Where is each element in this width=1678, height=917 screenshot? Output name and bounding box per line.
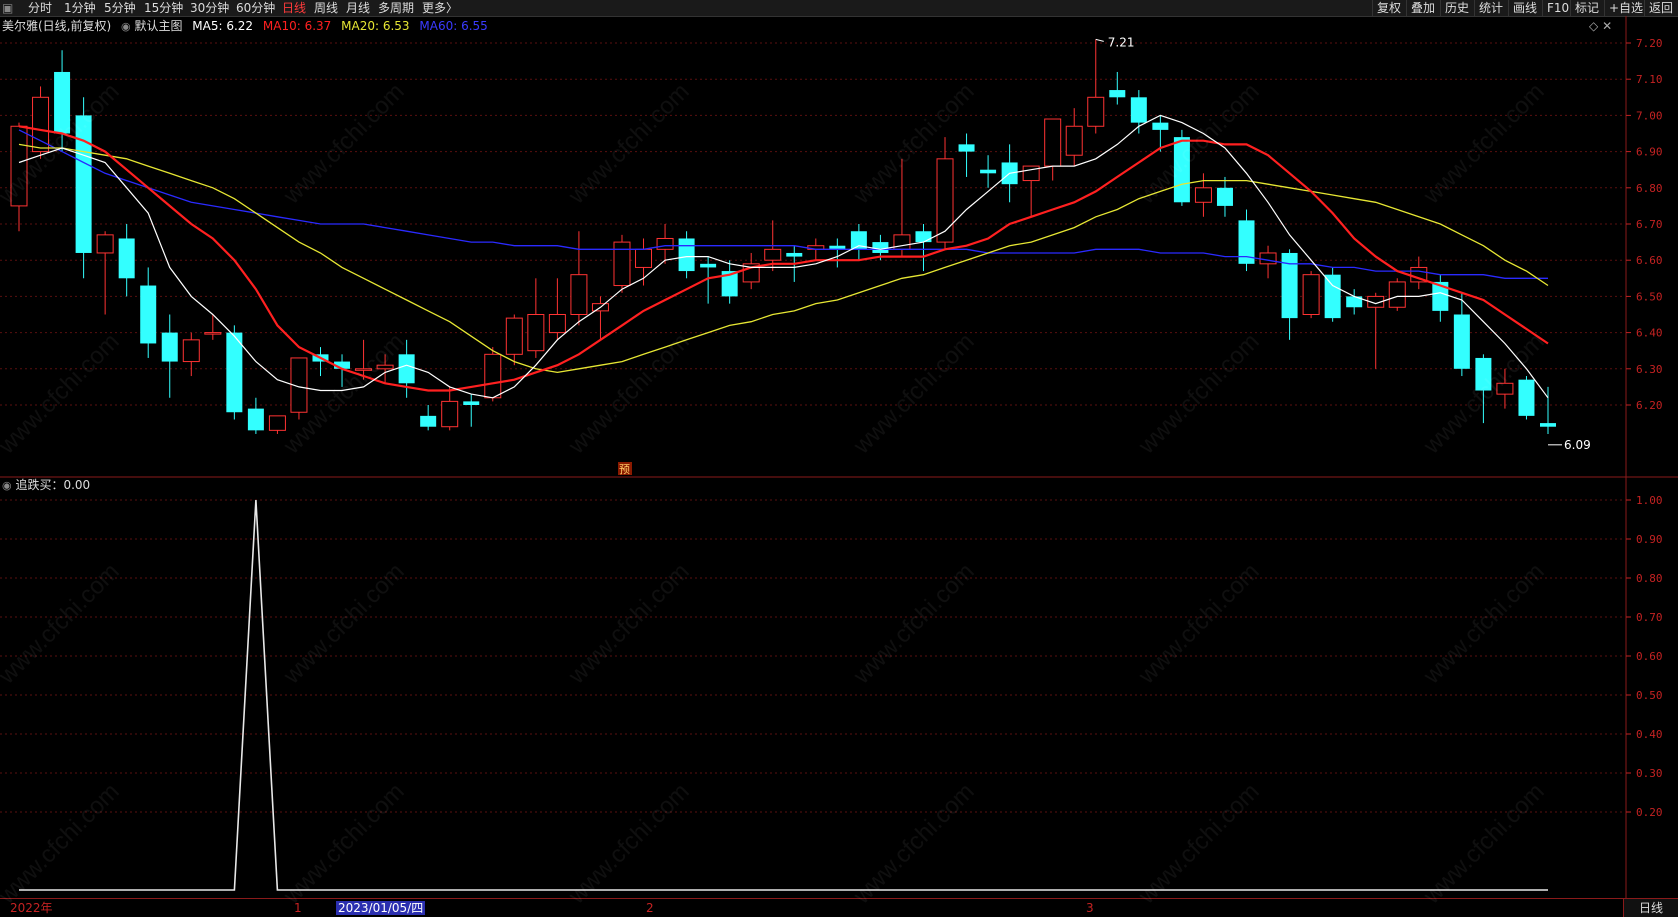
candle-body	[786, 252, 803, 257]
selected-date-label: 2023/01/05/四	[336, 901, 426, 915]
candle-body	[958, 144, 975, 152]
candle-body	[75, 115, 92, 253]
indicator-tick-label: 0.60	[1636, 650, 1663, 663]
axis-month-2: 2	[646, 901, 654, 915]
low-marker-label: 6.09	[1564, 438, 1591, 452]
candle-body	[484, 353, 502, 399]
candle-body	[1302, 274, 1320, 315]
indicator-tick-label: 0.30	[1636, 767, 1663, 780]
candle-body	[1324, 274, 1341, 319]
candle-body	[1044, 118, 1062, 167]
candle-body	[204, 332, 222, 335]
candle-body	[247, 408, 264, 431]
candle-body	[527, 314, 545, 352]
candle-body	[548, 314, 566, 334]
candle-body	[1259, 252, 1277, 265]
candle-body	[1216, 187, 1233, 206]
indicator-line	[19, 499, 1548, 891]
candle-body	[1194, 187, 1212, 203]
price-tick-label: 6.20	[1636, 399, 1663, 412]
price-tick-label: 6.90	[1636, 146, 1663, 159]
candle-body	[96, 234, 114, 254]
candle-body	[1152, 122, 1169, 130]
indicator-tick-label: 0.20	[1636, 806, 1663, 819]
price-tick-label: 7.00	[1636, 109, 1663, 122]
high-marker-label: 7.21	[1108, 35, 1135, 49]
price-tick-label: 7.10	[1636, 73, 1663, 86]
candle-body	[420, 415, 437, 427]
candle-body	[656, 237, 674, 250]
candle-body	[118, 238, 135, 279]
indicator-tick-label: 0.50	[1636, 689, 1663, 702]
indicator-tick-label: 0.90	[1636, 533, 1663, 546]
price-tick-label: 7.20	[1636, 37, 1663, 50]
indicator-tick-label: 1.00	[1636, 494, 1663, 507]
indicator-tick-label: 0.70	[1636, 611, 1663, 624]
candle-body	[161, 332, 178, 362]
candle-body	[140, 285, 157, 344]
candle-body	[441, 400, 459, 428]
axis-year-label: 2022年	[10, 901, 53, 915]
main-candlestick-chart[interactable]: 7.20 7.10 7.00 6.90 6.80 6.70 6.60 6.50 6.40 6.30…	[0, 0, 1678, 478]
date-axis: 2022年 1 2023/01/05/四 2 3 日线	[0, 898, 1678, 917]
candle-body	[980, 169, 997, 174]
candle-body	[1540, 423, 1556, 427]
candle-body	[1087, 96, 1105, 127]
candle-body	[355, 368, 373, 371]
candle-body	[10, 125, 28, 207]
candle-body	[700, 263, 717, 268]
candle-body	[398, 354, 415, 384]
axis-month-1: 1	[294, 901, 302, 915]
indicator-tick-label: 0.80	[1636, 572, 1663, 585]
candle-body	[635, 248, 653, 268]
candle-body	[1130, 97, 1147, 123]
price-tick-label: 6.30	[1636, 363, 1663, 376]
period-daily-button[interactable]: 日线	[1623, 899, 1678, 917]
candle-body	[1453, 314, 1470, 369]
candle-body	[915, 231, 932, 243]
candle-body	[1065, 125, 1083, 156]
candle-body	[268, 415, 286, 431]
price-tick-label: 6.40	[1636, 327, 1663, 340]
candle-body	[1496, 382, 1514, 395]
candle-body	[936, 158, 954, 243]
candle-body	[1388, 281, 1406, 308]
candle-body	[54, 71, 71, 134]
candle-body	[570, 274, 588, 315]
candle-body	[376, 364, 394, 370]
main-plot-bg	[0, 36, 1625, 478]
candle-body	[182, 339, 200, 363]
candle-body	[226, 332, 243, 413]
pre-badge: 预	[619, 463, 630, 476]
sub-indicator-chart[interactable]: 1.00 0.90 0.80 0.70 0.60 0.50 0.40 0.30 0.20	[0, 478, 1678, 898]
axis-month-3: 3	[1086, 901, 1094, 915]
candle-body	[764, 248, 782, 261]
candle-body	[1518, 379, 1535, 416]
indicator-tick-label: 0.40	[1636, 728, 1663, 741]
price-tick-label: 6.80	[1636, 182, 1663, 195]
price-tick-label: 6.50	[1636, 290, 1663, 303]
candle-body	[1475, 357, 1492, 391]
price-tick-label: 6.60	[1636, 254, 1663, 267]
candle-body	[463, 401, 480, 405]
candle-body	[678, 238, 695, 272]
price-tick-label: 6.70	[1636, 218, 1663, 231]
candle-body	[1109, 90, 1126, 98]
candle-body	[505, 317, 523, 355]
candle-body	[613, 241, 631, 287]
candle-body	[1173, 137, 1190, 203]
candle-body	[872, 242, 889, 253]
